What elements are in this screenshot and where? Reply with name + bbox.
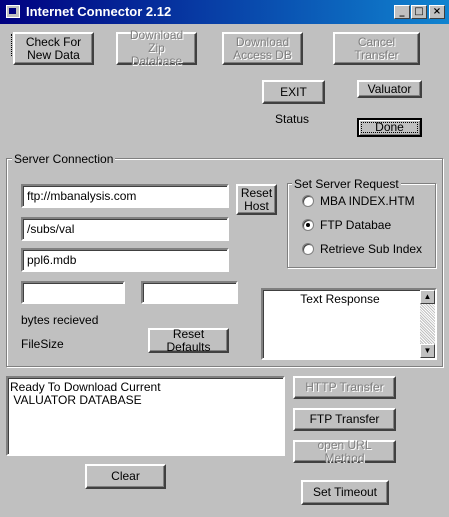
minimize-button[interactable]: _: [394, 5, 410, 19]
path-field[interactable]: /subs/val: [21, 217, 229, 241]
http-transfer-button[interactable]: HTTP Transfer: [293, 376, 396, 399]
ftp-transfer-button[interactable]: FTP Transfer: [293, 408, 396, 431]
set-timeout-button[interactable]: Set Timeout: [301, 480, 389, 505]
window-title: Internet Connector 2.12: [26, 4, 172, 19]
radio-button-selected[interactable]: [302, 219, 314, 231]
open-url-method-button[interactable]: open URL Method: [293, 438, 396, 464]
host-field[interactable]: ftp://mbanalysis.com: [21, 184, 229, 208]
radio-label: MBA INDEX.HTM: [320, 194, 415, 208]
check-new-data-button[interactable]: Check For New Data: [13, 32, 94, 65]
download-access-button[interactable]: Download Access DB: [222, 32, 303, 65]
bytes-received-field[interactable]: [21, 281, 125, 304]
radio-label: FTP Databae: [320, 218, 392, 232]
server-connection-label: Server Connection: [12, 152, 116, 166]
scroll-up-arrow-icon[interactable]: ▲: [420, 290, 435, 304]
reset-defaults-button[interactable]: Reset Defaults: [148, 327, 229, 353]
done-button[interactable]: Done: [357, 118, 422, 137]
app-icon: [6, 5, 20, 18]
valuator-button[interactable]: Valuator: [357, 80, 422, 98]
filesize-label: FileSize: [21, 337, 64, 351]
title-bar[interactable]: Internet Connector 2.12 _ □ ×: [0, 0, 449, 24]
exit-button[interactable]: EXIT: [262, 80, 325, 104]
clear-button[interactable]: Clear: [85, 464, 166, 489]
download-zip-button[interactable]: Download Zip Database: [116, 29, 197, 68]
radio-button[interactable]: [302, 243, 314, 255]
radio-mba-index[interactable]: MBA INDEX.HTM: [302, 193, 432, 209]
file-size-field[interactable]: [141, 281, 238, 304]
radio-ftp-database[interactable]: FTP Databae: [302, 217, 432, 233]
vertical-scrollbar[interactable]: ▲ ▼: [420, 290, 435, 358]
file-field[interactable]: ppl6.mdb: [21, 248, 229, 272]
close-button[interactable]: ×: [429, 5, 445, 19]
reset-host-button[interactable]: Reset Host: [236, 184, 277, 215]
cancel-transfer-button[interactable]: Cancel Transfer: [333, 32, 420, 65]
radio-retrieve-sub-index[interactable]: Retrieve Sub Index: [302, 241, 432, 257]
log-textbox[interactable]: Ready To Download Current VALUATOR DATAB…: [6, 376, 285, 456]
text-response-box[interactable]: Text Response ▲ ▼: [261, 288, 437, 360]
bytes-received-label: bytes recieved: [21, 313, 99, 327]
maximize-button[interactable]: □: [411, 5, 427, 19]
text-response-content: Text Response: [300, 292, 380, 306]
scroll-down-arrow-icon[interactable]: ▼: [420, 344, 435, 358]
server-request-label: Set Server Request: [292, 177, 401, 191]
status-label: Status: [275, 112, 310, 126]
radio-button[interactable]: [302, 195, 314, 207]
radio-label: Retrieve Sub Index: [320, 242, 423, 256]
